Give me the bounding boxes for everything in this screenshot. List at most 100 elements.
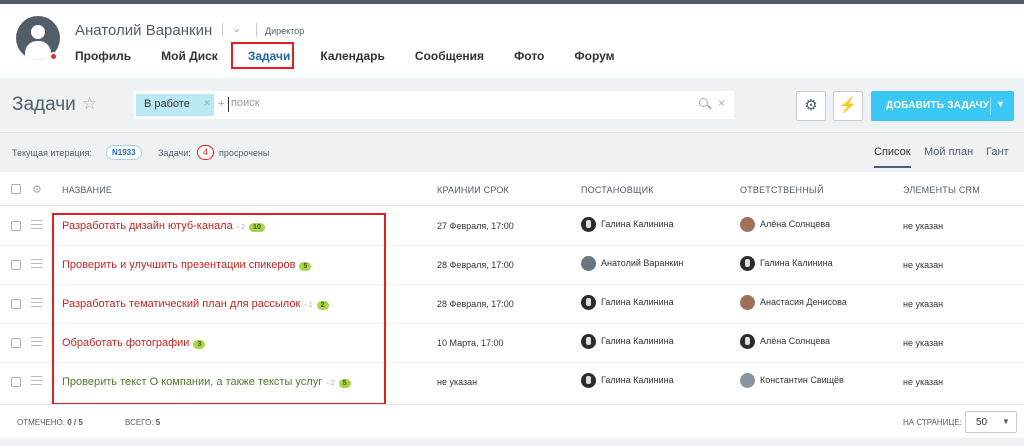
- star-icon[interactable]: ☆: [82, 94, 97, 114]
- add-task-label: ДОБАВИТЬ ЗАДАЧУ: [886, 100, 990, 111]
- creator[interactable]: Галина Калинина: [581, 373, 674, 388]
- chevron-down-icon[interactable]: ▼: [996, 99, 1005, 109]
- chevron-down-icon[interactable]: ⌄: [232, 22, 241, 35]
- search-icon-handle: [707, 104, 712, 110]
- creator-name: Галина Калинина: [601, 297, 674, 307]
- chevron-down-icon: ▼: [1002, 417, 1010, 426]
- row-checkbox[interactable]: [11, 377, 21, 387]
- table-footer: ОТМЕЧЕНО: 0 / 5 ВСЕГО: 5 НА СТРАНИЦЕ: 50…: [0, 404, 1024, 438]
- overdue-count-badge[interactable]: 4: [197, 145, 214, 160]
- filter-chip-label: В работе: [144, 98, 190, 110]
- checked-value: 0 / 5: [67, 418, 83, 427]
- lightning-icon: ⚡: [838, 97, 858, 114]
- drag-handle-icon[interactable]: [31, 298, 42, 307]
- tab-gantt[interactable]: Гант: [986, 146, 1009, 158]
- search-icon[interactable]: [699, 95, 713, 113]
- tab-my-plan[interactable]: Мой план: [924, 146, 973, 158]
- automation-button[interactable]: ⚡: [833, 91, 863, 121]
- responsible-name: Константин Свищёв: [760, 375, 844, 385]
- settings-button[interactable]: ⚙: [796, 91, 826, 121]
- responsible[interactable]: Алёна Солнцева: [740, 334, 830, 349]
- user-name[interactable]: Анатолий Варанкин: [75, 22, 212, 39]
- row-checkbox[interactable]: [11, 338, 21, 348]
- responsible[interactable]: Алёна Солнцева: [740, 217, 830, 232]
- avatar-head: [31, 25, 45, 39]
- creator[interactable]: Галина Калинина: [581, 295, 674, 310]
- avatar-glyph: [586, 298, 591, 306]
- checked-label: ОТМЕЧЕНО:: [17, 418, 65, 427]
- header-deadline[interactable]: КРАИНИИ СРОК: [437, 185, 509, 195]
- divider: [256, 23, 257, 37]
- avatar: [740, 373, 755, 388]
- iteration-label: Текущая итерация:: [12, 148, 92, 158]
- header-title[interactable]: НАЗВАНИЕ: [62, 185, 112, 195]
- creator[interactable]: Анатолий Варанкин: [581, 256, 683, 271]
- filter-chip[interactable]: В работе ×: [136, 94, 214, 116]
- nav-my-disk[interactable]: Мой Диск: [161, 49, 218, 63]
- select-all-checkbox[interactable]: [11, 184, 21, 194]
- header-creator[interactable]: ПОСТАНОВЩИК: [581, 185, 654, 195]
- header-crm[interactable]: ЭЛЕМЕНТЫ CRM: [903, 185, 980, 195]
- responsible[interactable]: Галина Калинина: [740, 256, 833, 271]
- avatar-body: [25, 41, 51, 60]
- per-page-select[interactable]: 50 ▼: [965, 411, 1017, 433]
- creator[interactable]: Галина Калинина: [581, 217, 674, 232]
- row-checkbox[interactable]: [11, 299, 21, 309]
- responsible[interactable]: Анастасия Денисова: [740, 295, 847, 310]
- crm-value: не указан: [903, 338, 944, 348]
- tab-list[interactable]: Список: [874, 146, 911, 168]
- total-counter: ВСЕГО: 5: [125, 418, 160, 427]
- header-responsible[interactable]: ОТВЕТСТВЕННЫЙ: [740, 185, 824, 195]
- deadline[interactable]: 28 Февраля, 17:00: [437, 299, 514, 309]
- nav-messages[interactable]: Сообщения: [415, 49, 484, 63]
- page-title: Задачи: [12, 94, 76, 115]
- drag-handle-icon[interactable]: [31, 259, 42, 268]
- crm-value: не указан: [903, 377, 944, 387]
- crm-value: не указан: [903, 221, 944, 231]
- deadline[interactable]: 28 Февраля, 17:00: [437, 260, 514, 270]
- deadline[interactable]: не указан: [437, 377, 477, 387]
- responsible[interactable]: Константин Свищёв: [740, 373, 844, 388]
- avatar: [581, 334, 596, 349]
- avatar-glyph: [586, 337, 591, 345]
- add-task-button[interactable]: ДОБАВИТЬ ЗАДАЧУ ▼: [871, 91, 1014, 121]
- nav-calendar[interactable]: Календарь: [320, 49, 385, 63]
- clear-icon[interactable]: ×: [718, 96, 725, 110]
- profile-header: Анатолий Варанкин ⌄ Директор Профиль Мой…: [0, 4, 1024, 78]
- task-list-highlight-box: [52, 213, 386, 405]
- nav-forum[interactable]: Форум: [574, 49, 614, 63]
- nav-photo[interactable]: Фото: [514, 49, 544, 63]
- total-label: ВСЕГО:: [125, 418, 154, 427]
- iteration-badge[interactable]: N1933: [106, 145, 142, 160]
- avatar: [740, 295, 755, 310]
- gear-icon: ⚙: [804, 97, 818, 114]
- info-row: Текущая итерация: N1933 Задачи: 4 просро…: [0, 132, 1024, 172]
- drag-handle-icon[interactable]: [31, 376, 42, 385]
- search-bar[interactable]: В работе × + ×: [134, 91, 734, 119]
- per-page-label: НА СТРАНИЦЕ:: [903, 418, 962, 427]
- row-checkbox[interactable]: [11, 221, 21, 231]
- nav-profile[interactable]: Профиль: [75, 49, 131, 63]
- checked-counter: ОТМЕЧЕНО: 0 / 5: [17, 418, 83, 427]
- creator[interactable]: Галина Калинина: [581, 334, 674, 349]
- deadline[interactable]: 27 Февраля, 17:00: [437, 221, 514, 231]
- responsible-name: Анастасия Денисова: [760, 297, 847, 307]
- avatar: [581, 217, 596, 232]
- avatar-glyph: [586, 376, 591, 384]
- avatar: [581, 295, 596, 310]
- crm-value: не указан: [903, 299, 944, 309]
- profile-nav: Профиль Мой Диск Задачи Календарь Сообще…: [75, 49, 645, 63]
- creator-name: Галина Калинина: [601, 336, 674, 346]
- per-page-value: 50: [976, 417, 988, 428]
- divider: [222, 23, 223, 37]
- gear-icon[interactable]: ⚙: [32, 183, 42, 196]
- drag-handle-icon[interactable]: [31, 337, 42, 346]
- avatar-glyph: [745, 259, 750, 267]
- drag-handle-icon[interactable]: [31, 220, 42, 229]
- avatar: [581, 256, 596, 271]
- search-input[interactable]: [231, 97, 631, 109]
- row-checkbox[interactable]: [11, 260, 21, 270]
- title-row: Задачи ☆ В работе × + × ⚙ ⚡ ДОБАВИТЬ ЗАД…: [0, 78, 1024, 132]
- deadline[interactable]: 10 Марта, 17:00: [437, 338, 503, 348]
- close-icon[interactable]: ×: [204, 98, 210, 109]
